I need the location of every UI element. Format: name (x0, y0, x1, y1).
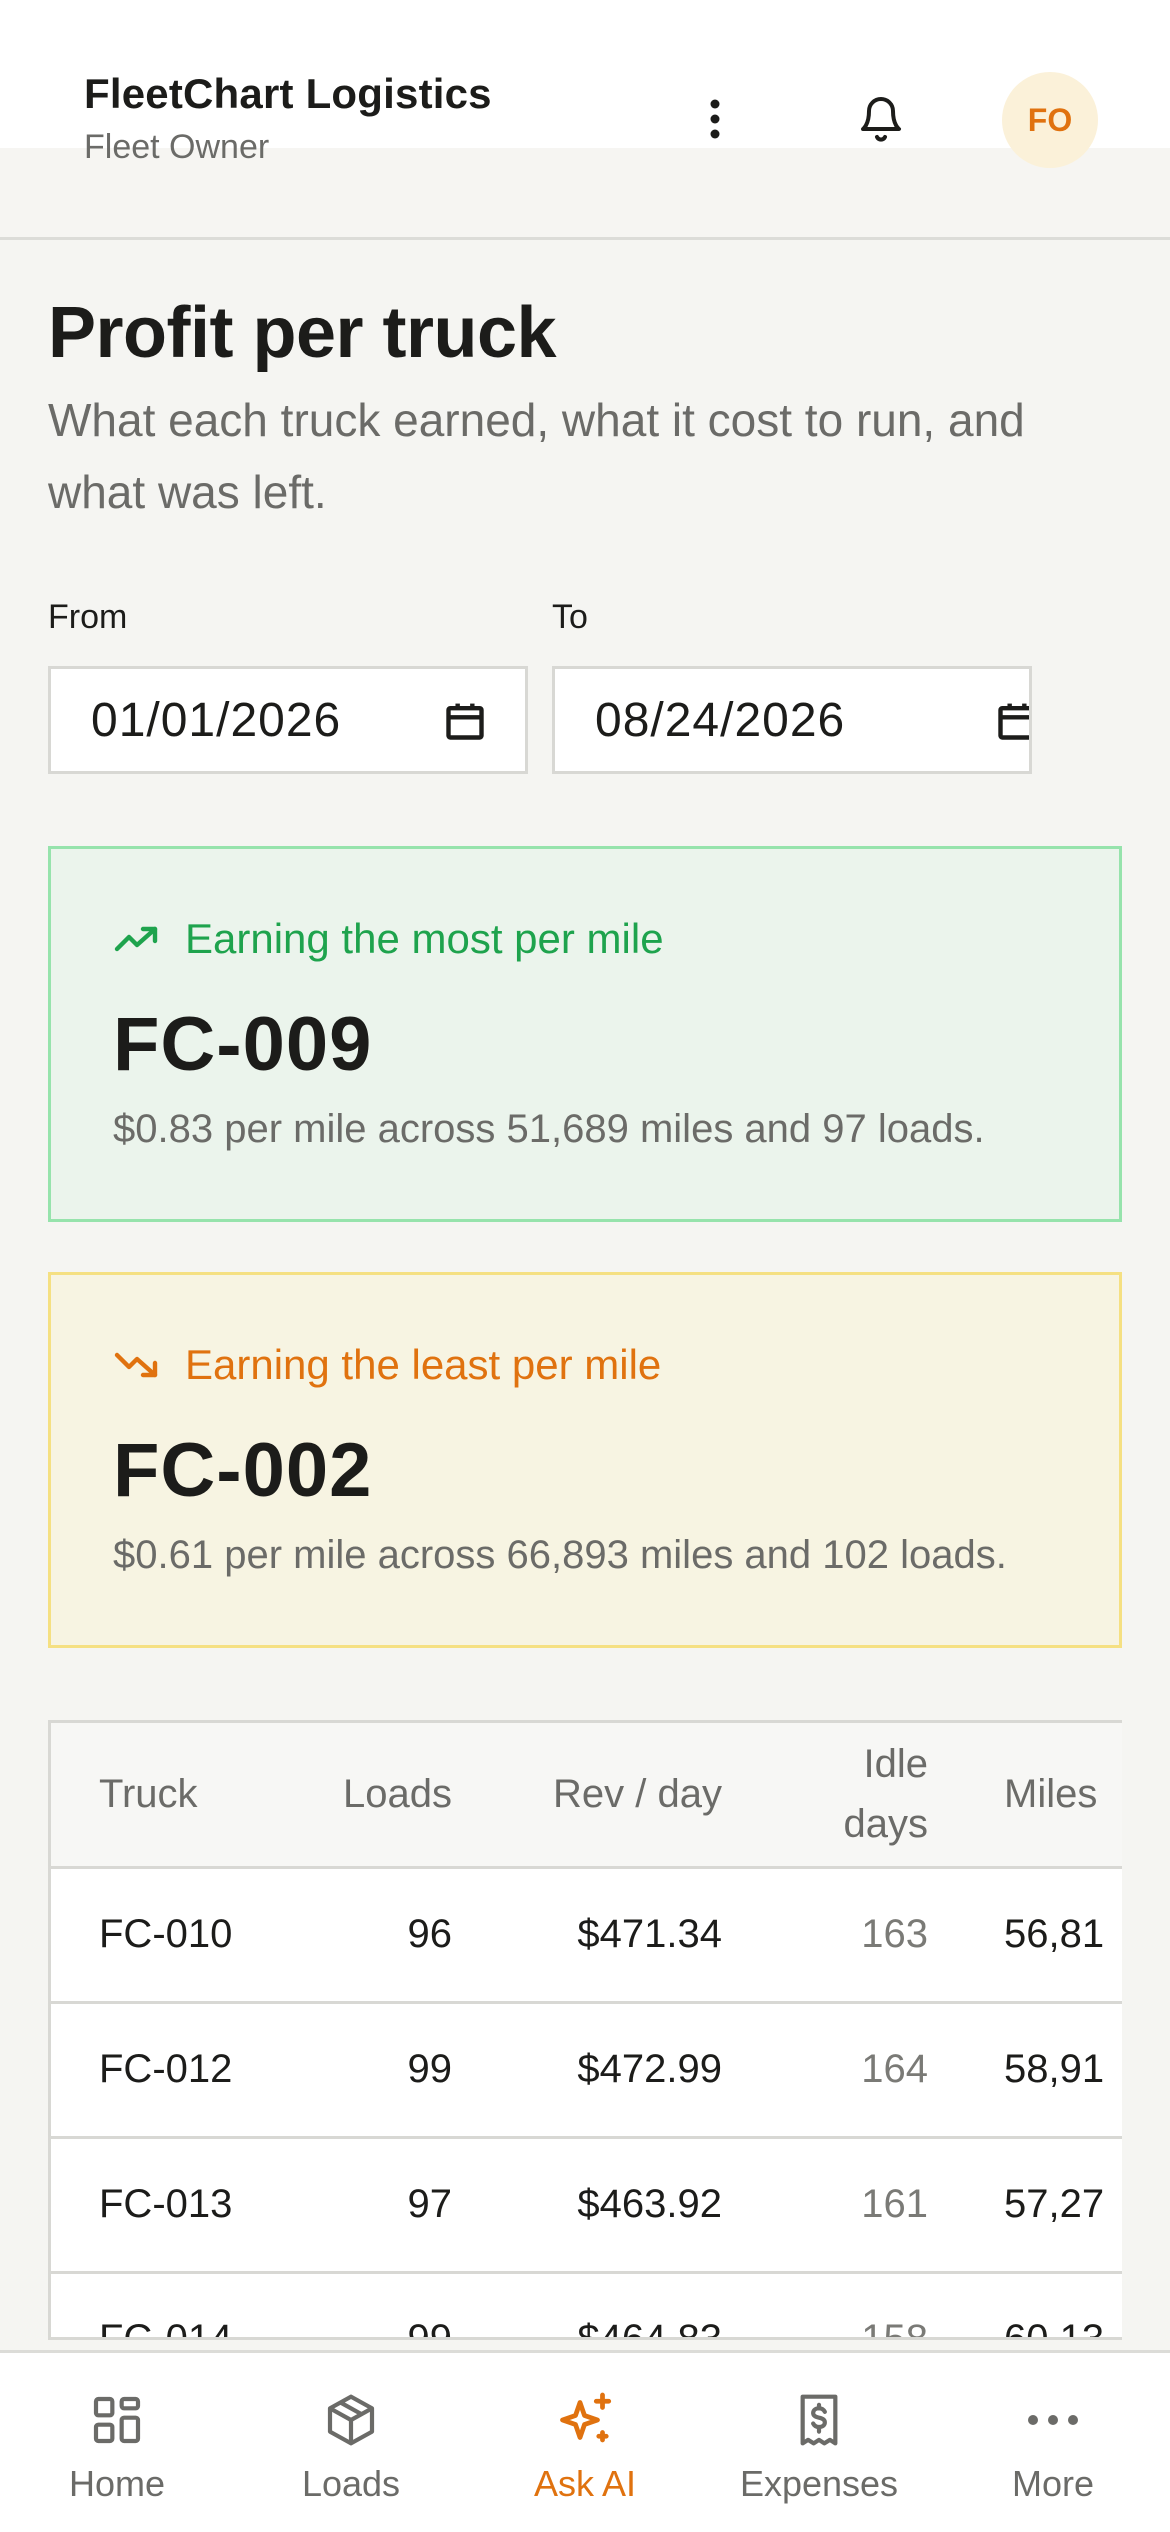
bell-icon (861, 97, 901, 142)
cell-idle-days: 158 (861, 2317, 928, 2340)
cell-miles: 58,91 (1004, 2047, 1105, 2091)
trending-down-icon (114, 1352, 158, 1378)
to-date-input[interactable]: 08/24/2026 (552, 666, 1032, 774)
cell-miles: 56,81 (1004, 1912, 1105, 1956)
nav-label-more: More (1011, 2463, 1095, 2504)
truck-table: Truck Loads Rev / day Idle days Miles FC… (51, 1723, 1122, 2340)
calendar-icon[interactable] (443, 699, 487, 743)
sparkle-icon (560, 2392, 612, 2443)
nav-label-loads: Loads (301, 2463, 401, 2504)
avatar[interactable]: FO (1002, 72, 1098, 168)
calendar-icon[interactable] (995, 699, 1032, 743)
cell-idle-days: 161 (861, 2182, 928, 2226)
bottom-nav: Home Loads Ask AI Expenses More (0, 2350, 1170, 2532)
cell-loads: 99 (407, 2047, 453, 2091)
to-date-value: 08/24/2026 (595, 693, 846, 747)
page-description: What each truck earned, what it cost to … (48, 394, 1025, 518)
nav-item-expenses[interactable]: Expenses (702, 2353, 936, 2532)
worst-card-header: Earning the least per mile (113, 1341, 661, 1389)
cell-loads: 96 (407, 1912, 453, 1956)
trending-up-icon (114, 926, 158, 952)
cell-truck: FC-013 (99, 2182, 233, 2226)
from-date-input[interactable]: 01/01/2026 (48, 666, 528, 774)
page-title: Profit per truck (48, 293, 557, 373)
cell-idle-days: 163 (861, 1912, 928, 1956)
column-header-loads[interactable]: Loads (271, 1723, 476, 1869)
nav-label-home: Home (68, 2463, 166, 2504)
cell-idle-days: 164 (861, 2047, 928, 2091)
cell-miles: 57,27 (1004, 2182, 1105, 2226)
kebab-icon (710, 99, 720, 139)
worst-per-mile-card: Earning the least per mile FC-002 $0.61 … (48, 1272, 1122, 1648)
to-label: To (552, 598, 588, 636)
nav-item-loads[interactable]: Loads (234, 2353, 468, 2532)
cell-truck: FC-010 (99, 1912, 233, 1956)
column-header-truck[interactable]: Truck (51, 1723, 271, 1869)
best-truck-detail: $0.83 per mile across 51,689 miles and 9… (113, 1107, 985, 1151)
best-card-label: Earning the most per mile (185, 915, 664, 962)
idle-header-line-1: Idle (863, 1742, 929, 1787)
idle-header-line-2: days (843, 1802, 929, 1847)
best-per-mile-card: Earning the most per mile FC-009 $0.83 p… (48, 846, 1122, 1222)
receipt-icon (800, 2394, 838, 2446)
nav-label-ask-ai: Ask AI (533, 2463, 637, 2504)
cell-miles: 60,13 (1004, 2317, 1105, 2340)
nav-item-home[interactable]: Home (0, 2353, 234, 2532)
cell-loads: 99 (407, 2317, 453, 2340)
cell-truck: FC-012 (99, 2047, 233, 2091)
user-role: Fleet Owner (84, 128, 270, 166)
column-header-rev-per-day[interactable]: Rev / day (476, 1723, 746, 1869)
from-label: From (48, 598, 128, 636)
cell-rev-per-day: $472.99 (577, 2047, 722, 2091)
truck-profit-table[interactable]: Truck Loads Rev / day Idle days Miles FC… (48, 1720, 1122, 2340)
worst-truck-id: FC-002 (113, 1428, 373, 1513)
cell-rev-per-day: $463.92 (577, 2182, 722, 2226)
column-header-miles[interactable]: Miles (956, 1723, 1122, 1869)
table-row[interactable]: FC-012 99 $472.99 164 58,91 (51, 2002, 1122, 2137)
best-truck-id: FC-009 (113, 1002, 373, 1087)
table-header-row: Truck Loads Rev / day Idle days Miles (51, 1723, 1122, 1869)
grid-icon (93, 2396, 141, 2444)
column-header-idle-days[interactable]: Idle days (746, 1723, 956, 1869)
best-card-header: Earning the most per mile (113, 915, 664, 963)
more-icon (1028, 2415, 1078, 2425)
worst-truck-detail: $0.61 per mile across 66,893 miles and 1… (113, 1533, 1007, 1577)
from-date-value: 01/01/2026 (91, 693, 342, 747)
cell-truck: FC-014 (99, 2317, 233, 2340)
cell-rev-per-day: $471.34 (577, 1912, 722, 1956)
nav-label-expenses: Expenses (739, 2463, 899, 2504)
app-header: FleetChart Logistics Fleet Owner FO (0, 0, 1170, 240)
table-row[interactable]: FC-014 99 $464.83 158 60,13 (51, 2272, 1122, 2340)
table-row[interactable]: FC-010 96 $471.34 163 56,81 (51, 1867, 1122, 2002)
cell-rev-per-day: $464.83 (577, 2317, 722, 2340)
worst-card-label: Earning the least per mile (185, 1341, 662, 1388)
company-name: FleetChart Logistics (84, 70, 492, 117)
table-row[interactable]: FC-013 97 $463.92 161 57,27 (51, 2137, 1122, 2272)
overflow-menu-button[interactable] (690, 88, 740, 150)
notifications-button[interactable] (850, 88, 912, 150)
cell-loads: 97 (407, 2182, 453, 2226)
box-icon (327, 2394, 375, 2446)
nav-item-ask-ai[interactable]: Ask AI (468, 2353, 702, 2532)
nav-item-more[interactable]: More (936, 2353, 1170, 2532)
